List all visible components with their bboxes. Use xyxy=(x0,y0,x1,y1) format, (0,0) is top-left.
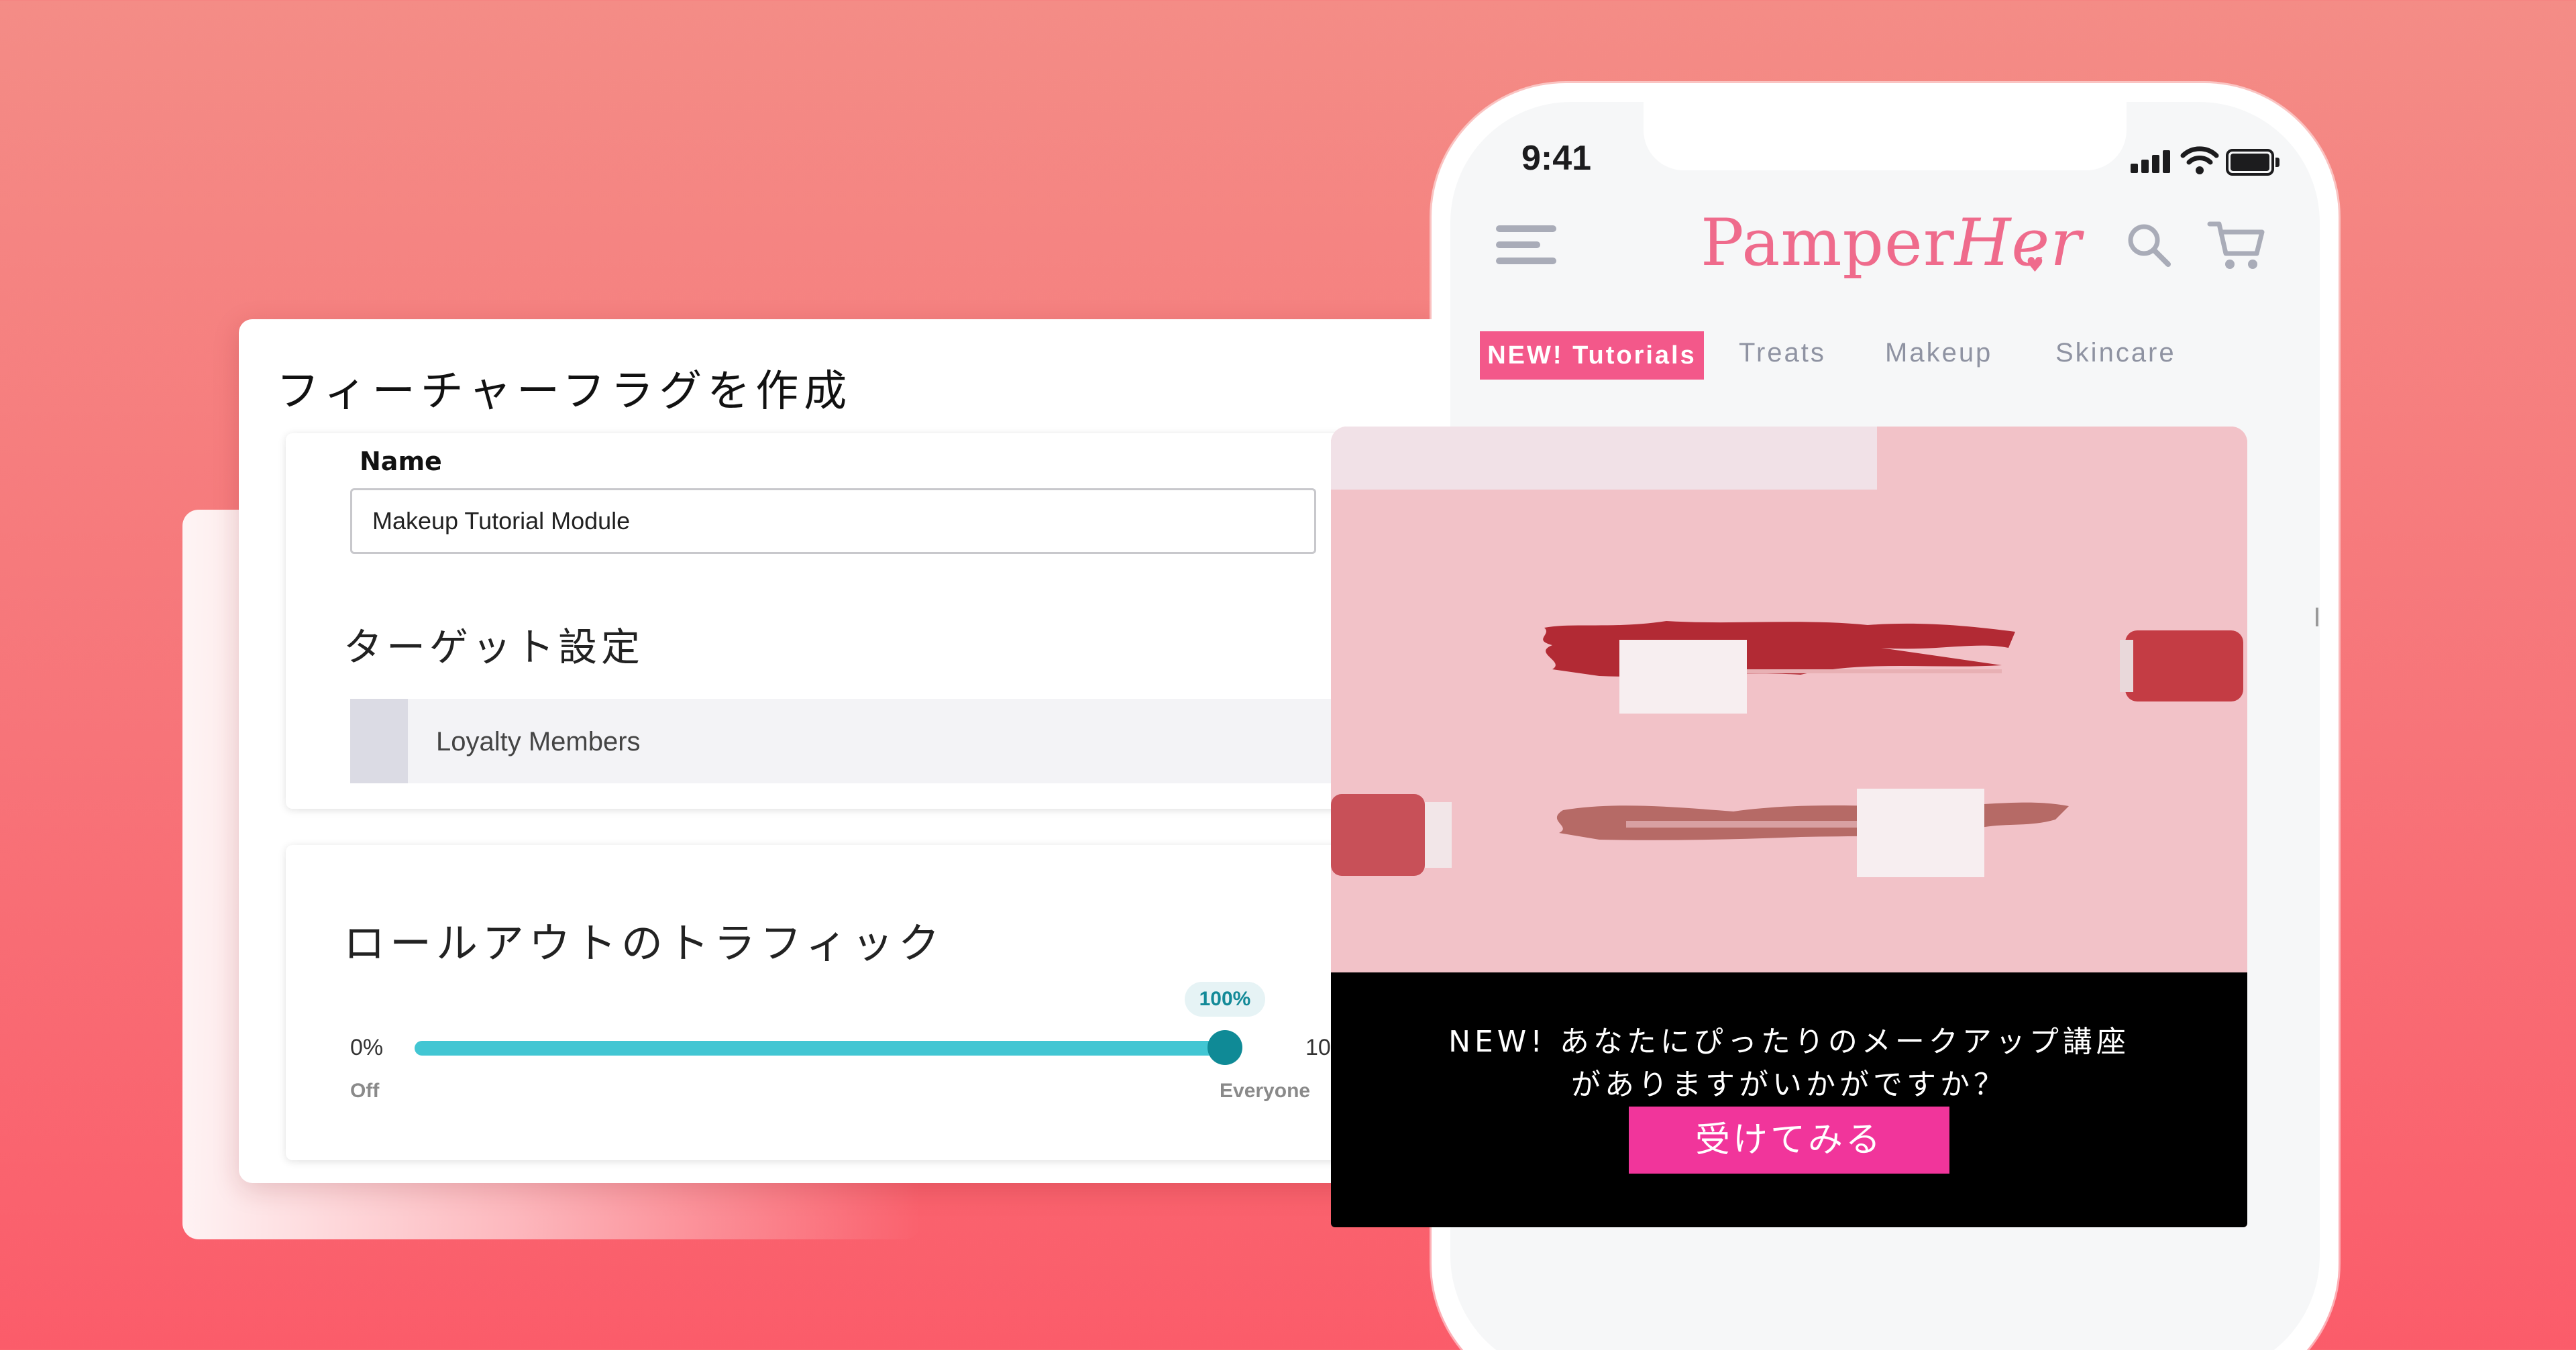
promo-line-2: がありますがいかがですか？ xyxy=(1571,1068,2007,1102)
slider-track[interactable] xyxy=(415,1041,1225,1056)
targeting-heading: ターゲット設定 xyxy=(343,624,645,670)
phone-side-mark xyxy=(2316,608,2318,626)
promo-banner: NEW! あなたにぴったりのメークアップ講座 がありますがいかがですか？ 受けて… xyxy=(1331,427,2247,1227)
promo-message: NEW! あなたにぴったりのメークアップ講座 がありますがいかがですか？ xyxy=(1331,1021,2247,1107)
search-icon[interactable] xyxy=(2125,221,2174,270)
drag-handle[interactable] xyxy=(350,699,408,783)
name-input[interactable] xyxy=(350,488,1316,554)
slider-min-caption: Off xyxy=(350,1080,380,1102)
rollout-slider: 100% 0% 100% Off Everyone xyxy=(286,845,1426,1160)
wifi-icon xyxy=(2180,146,2219,174)
slider-value-badge: 100% xyxy=(1185,982,1265,1017)
tab-makeup[interactable]: Makeup xyxy=(1885,338,1992,368)
brand-logo: PamperHer ♥ xyxy=(1701,205,2082,280)
tab-skincare[interactable]: Skincare xyxy=(2055,338,2176,368)
tab-new-tutorials[interactable]: NEW! Tutorials xyxy=(1480,331,1704,380)
targeting-segment-row[interactable]: Loyalty Members xyxy=(350,699,1437,783)
tab-treats[interactable]: Treats xyxy=(1739,338,1826,368)
battery-icon xyxy=(2226,149,2279,176)
heart-icon: ♥ xyxy=(2026,254,2045,277)
page-title: フィーチャーフラグを作成 xyxy=(276,367,853,416)
rollout-section: ロールアウトのトラフィック 100% 0% 100% Off Everyone xyxy=(286,845,1426,1160)
flag-details-section: Name ターゲット設定 Loyalty Members xyxy=(286,433,1437,809)
promo-line-1: NEW! あなたにぴったりのメークアップ講座 xyxy=(1448,1025,2130,1059)
targeting-segment-label: Loyalty Members xyxy=(436,727,641,756)
cart-icon[interactable] xyxy=(2207,219,2266,272)
slider-min-label: 0% xyxy=(350,1035,384,1060)
promo-footer: NEW! あなたにぴったりのメークアップ講座 がありますがいかがですか？ 受けて… xyxy=(1331,972,2247,1227)
slider-max-caption: Everyone xyxy=(1220,1080,1311,1102)
try-it-button[interactable]: 受けてみる xyxy=(1629,1107,1949,1174)
feature-flag-card: フィーチャーフラグを作成 Name ターゲット設定 Loyalty Member… xyxy=(239,319,1446,1183)
status-time: 9:41 xyxy=(1521,139,1592,178)
cellular-signal-icon xyxy=(2131,149,2174,173)
phone-notch xyxy=(1644,83,2127,170)
name-label: Name xyxy=(360,447,442,476)
hamburger-menu-icon[interactable] xyxy=(1496,221,1560,268)
slider-thumb[interactable] xyxy=(1208,1030,1242,1065)
lip-gloss-swatch-image xyxy=(1331,427,2247,972)
